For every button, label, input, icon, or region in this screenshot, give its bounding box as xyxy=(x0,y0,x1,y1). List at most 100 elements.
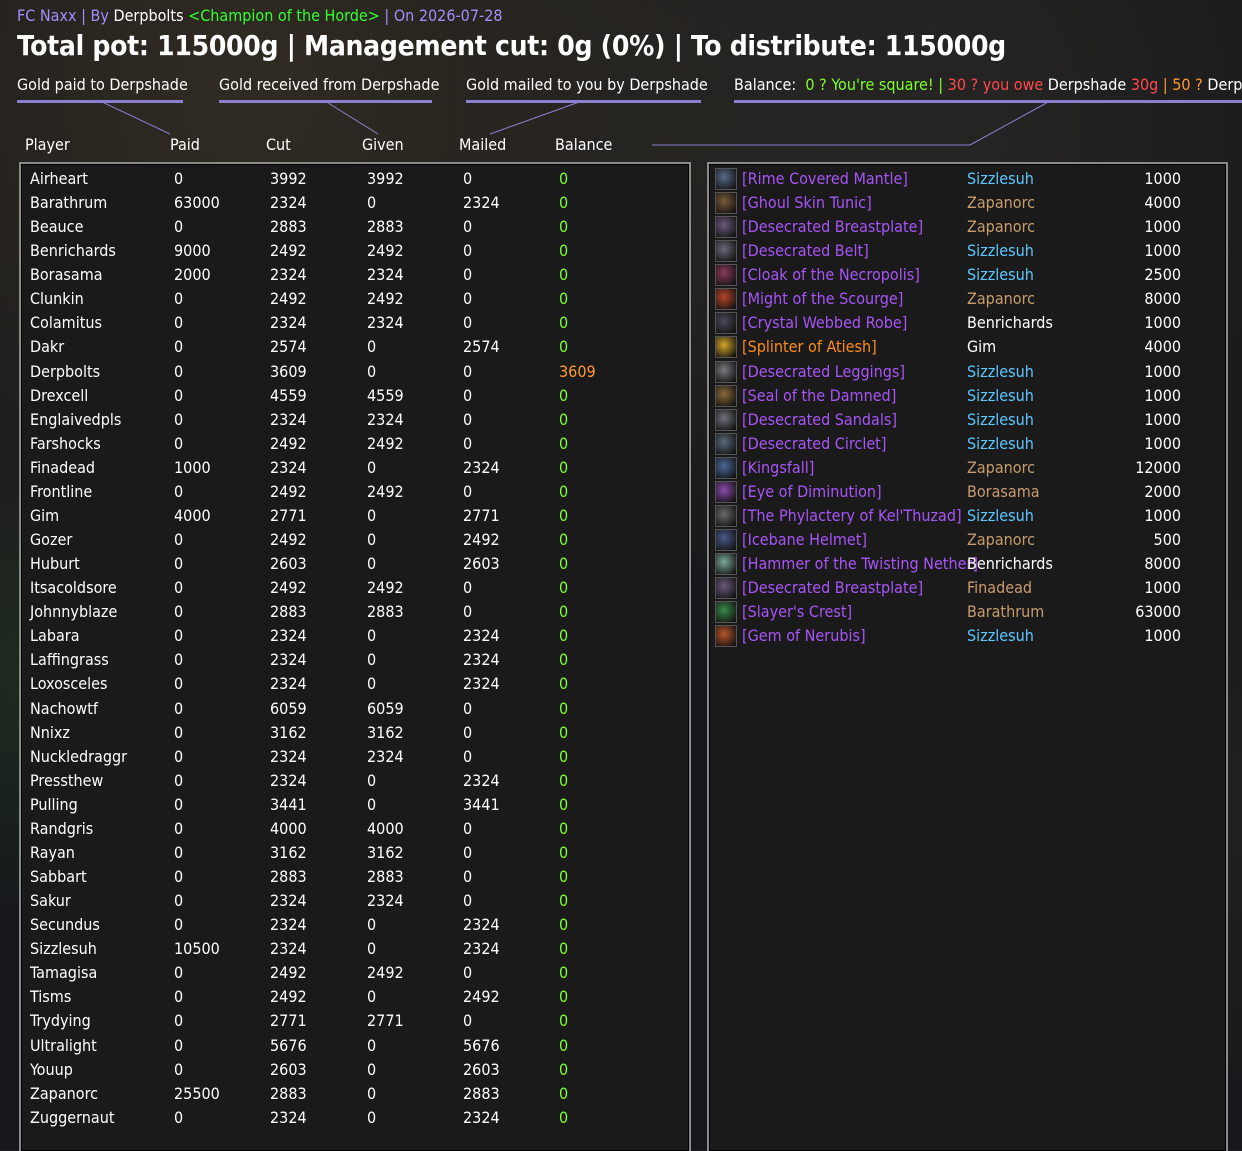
loot-row[interactable]: [Hammer of the Twisting Nether] Benrichar… xyxy=(709,552,1219,576)
table-row[interactable]: Youup 0 2603 0 2603 0 xyxy=(21,1058,681,1082)
item-link[interactable]: [Icebane Helmet] xyxy=(742,528,867,552)
table-row[interactable]: Airheart 0 3992 3992 0 0 xyxy=(21,167,681,191)
table-row[interactable]: Trydying 0 2771 2771 0 0 xyxy=(21,1009,681,1033)
loot-row[interactable]: [Gem of Nerubis] Sizzlesuh 1000 xyxy=(709,624,1219,648)
item-link[interactable]: [Ghoul Skin Tunic] xyxy=(742,191,872,215)
mantle-icon[interactable] xyxy=(715,168,737,190)
column-header-mailed[interactable]: Mailed xyxy=(459,135,506,155)
item-link[interactable]: [Desecrated Breastplate] xyxy=(742,215,923,239)
breastplate-icon[interactable] xyxy=(715,216,737,239)
item-link[interactable]: [Seal of the Damned] xyxy=(742,384,896,408)
breastplate-icon[interactable] xyxy=(715,577,737,600)
table-row[interactable]: Gozer 0 2492 0 2492 0 xyxy=(21,528,681,552)
leggings-icon[interactable] xyxy=(715,360,737,383)
helmet-icon[interactable] xyxy=(715,529,737,552)
ring-icon[interactable] xyxy=(715,384,737,407)
item-link[interactable]: [Hammer of the Twisting Nether] xyxy=(742,552,978,576)
belt-icon[interactable] xyxy=(715,240,737,263)
dagger-icon[interactable] xyxy=(715,456,737,479)
table-row[interactable]: Nuckledraggr 0 2324 2324 0 0 xyxy=(21,745,681,769)
table-row[interactable]: Secundus 0 2324 0 2324 0 xyxy=(21,913,681,937)
table-row[interactable]: Tisms 0 2492 0 2492 0 xyxy=(21,985,681,1009)
table-row[interactable]: Loxosceles 0 2324 0 2324 0 xyxy=(21,672,681,696)
loot-row[interactable]: [Rime Covered Mantle] Sizzlesuh 1000 xyxy=(709,167,1219,191)
item-link[interactable]: [Gem of Nerubis] xyxy=(742,624,866,648)
tunic-icon[interactable] xyxy=(715,192,737,215)
gem-icon[interactable] xyxy=(715,625,737,648)
trinket-icon[interactable] xyxy=(715,480,737,503)
table-row[interactable]: Beauce 0 2883 2883 0 0 xyxy=(21,215,681,239)
table-row[interactable]: Randgris 0 4000 4000 0 0 xyxy=(21,817,681,841)
table-row[interactable]: Barathrum 63000 2324 0 2324 0 xyxy=(21,191,681,215)
column-header-paid[interactable]: Paid xyxy=(170,135,200,155)
column-header-cut[interactable]: Cut xyxy=(266,135,291,155)
item-link[interactable]: [Eye of Diminution] xyxy=(742,480,882,504)
loot-row[interactable]: [Desecrated Breastplate] Finadead 1000 xyxy=(709,576,1219,600)
loot-row[interactable]: [Kingsfall] Zapanorc 12000 xyxy=(709,456,1219,480)
table-row[interactable]: Sizzlesuh 10500 2324 0 2324 0 xyxy=(21,937,681,961)
loot-row[interactable]: [Desecrated Leggings] Sizzlesuh 1000 xyxy=(709,360,1219,384)
table-row[interactable]: Pressthew 0 2324 0 2324 0 xyxy=(21,769,681,793)
table-row[interactable]: Benrichards 9000 2492 2492 0 0 xyxy=(21,239,681,263)
table-row[interactable]: Nnixz 0 3162 3162 0 0 xyxy=(21,721,681,745)
table-row[interactable]: Johnnyblaze 0 2883 2883 0 0 xyxy=(21,600,681,624)
loot-row[interactable]: [Might of the Scourge] Zapanorc 8000 xyxy=(709,287,1219,311)
loot-row[interactable]: [Ghoul Skin Tunic] Zapanorc 4000 xyxy=(709,191,1219,215)
table-row[interactable]: Finadead 1000 2324 0 2324 0 xyxy=(21,456,681,480)
loot-row[interactable]: [Desecrated Breastplate] Zapanorc 1000 xyxy=(709,215,1219,239)
table-row[interactable]: Sabbart 0 2883 2883 0 0 xyxy=(21,865,681,889)
item-link[interactable]: [Slayer's Crest] xyxy=(742,600,852,624)
item-link[interactable]: [Desecrated Belt] xyxy=(742,239,869,263)
table-row[interactable]: Pulling 0 3441 0 3441 0 xyxy=(21,793,681,817)
loot-row[interactable]: [Slayer's Crest] Barathrum 63000 xyxy=(709,600,1219,624)
splinter-icon[interactable] xyxy=(715,336,737,359)
table-row[interactable]: Englaivedpls 0 2324 2324 0 0 xyxy=(21,408,681,432)
table-row[interactable]: Clunkin 0 2492 2492 0 0 xyxy=(21,287,681,311)
loot-row[interactable]: [Eye of Diminution] Borasama 2000 xyxy=(709,480,1219,504)
table-row[interactable]: Sakur 0 2324 2324 0 0 xyxy=(21,889,681,913)
item-link[interactable]: [Splinter of Atiesh] xyxy=(742,335,877,359)
sandals-icon[interactable] xyxy=(715,408,737,431)
cloak-icon[interactable] xyxy=(715,264,737,287)
item-link[interactable]: [Kingsfall] xyxy=(742,456,814,480)
loot-row[interactable]: [Cloak of the Necropolis] Sizzlesuh 2500 xyxy=(709,263,1219,287)
table-row[interactable]: Laffingrass 0 2324 0 2324 0 xyxy=(21,648,681,672)
table-row[interactable]: Frontline 0 2492 2492 0 0 xyxy=(21,480,681,504)
loot-row[interactable]: [Desecrated Sandals] Sizzlesuh 1000 xyxy=(709,408,1219,432)
loot-row[interactable]: [Desecrated Belt] Sizzlesuh 1000 xyxy=(709,239,1219,263)
table-row[interactable]: Nachowtf 0 6059 6059 0 0 xyxy=(21,697,681,721)
phylactery-icon[interactable] xyxy=(715,504,737,527)
item-link[interactable]: [Desecrated Breastplate] xyxy=(742,576,923,600)
item-link[interactable]: [Crystal Webbed Robe] xyxy=(742,311,907,335)
loot-row[interactable]: [The Phylactery of Kel'Thuzad] Sizzlesuh 1… xyxy=(709,504,1219,528)
column-header-balance[interactable]: Balance xyxy=(555,135,612,155)
item-link[interactable]: [The Phylactery of Kel'Thuzad] xyxy=(742,504,962,528)
loot-row[interactable]: [Crystal Webbed Robe] Benrichards 1000 xyxy=(709,311,1219,335)
robe-icon[interactable] xyxy=(715,312,737,335)
loot-row[interactable]: [Splinter of Atiesh] Gim 4000 xyxy=(709,335,1219,359)
hammer-icon[interactable] xyxy=(715,553,737,576)
table-row[interactable]: Ultralight 0 5676 0 5676 0 xyxy=(21,1034,681,1058)
table-row[interactable]: Tamagisa 0 2492 2492 0 0 xyxy=(21,961,681,985)
table-row[interactable]: Drexcell 0 4559 4559 0 0 xyxy=(21,384,681,408)
table-row[interactable]: Huburt 0 2603 0 2603 0 xyxy=(21,552,681,576)
column-header-given[interactable]: Given xyxy=(362,135,404,155)
enchant-icon[interactable] xyxy=(715,288,737,311)
item-link[interactable]: [Desecrated Circlet] xyxy=(742,432,886,456)
table-row[interactable]: Borasama 2000 2324 2324 0 0 xyxy=(21,263,681,287)
loot-row[interactable]: [Seal of the Damned] Sizzlesuh 1000 xyxy=(709,384,1219,408)
table-row[interactable]: Zuggernaut 0 2324 0 2324 0 xyxy=(21,1106,681,1130)
table-row[interactable]: Rayan 0 3162 3162 0 0 xyxy=(21,841,681,865)
table-row[interactable]: Dakr 0 2574 0 2574 0 xyxy=(21,335,681,359)
table-row[interactable]: Derpbolts 0 3609 0 0 3609 xyxy=(21,360,681,384)
table-row[interactable]: Zapanorc 25500 2883 0 2883 0 xyxy=(21,1082,681,1106)
item-link[interactable]: [Desecrated Leggings] xyxy=(742,360,905,384)
circlet-icon[interactable] xyxy=(715,432,737,455)
loot-row[interactable]: [Icebane Helmet] Zapanorc 500 xyxy=(709,528,1219,552)
loot-row[interactable]: [Desecrated Circlet] Sizzlesuh 1000 xyxy=(709,432,1219,456)
item-link[interactable]: [Might of the Scourge] xyxy=(742,287,903,311)
table-row[interactable]: Gim 4000 2771 0 2771 0 xyxy=(21,504,681,528)
table-row[interactable]: Labara 0 2324 0 2324 0 xyxy=(21,624,681,648)
crest-icon[interactable] xyxy=(715,601,737,624)
item-link[interactable]: [Rime Covered Mantle] xyxy=(742,167,908,191)
